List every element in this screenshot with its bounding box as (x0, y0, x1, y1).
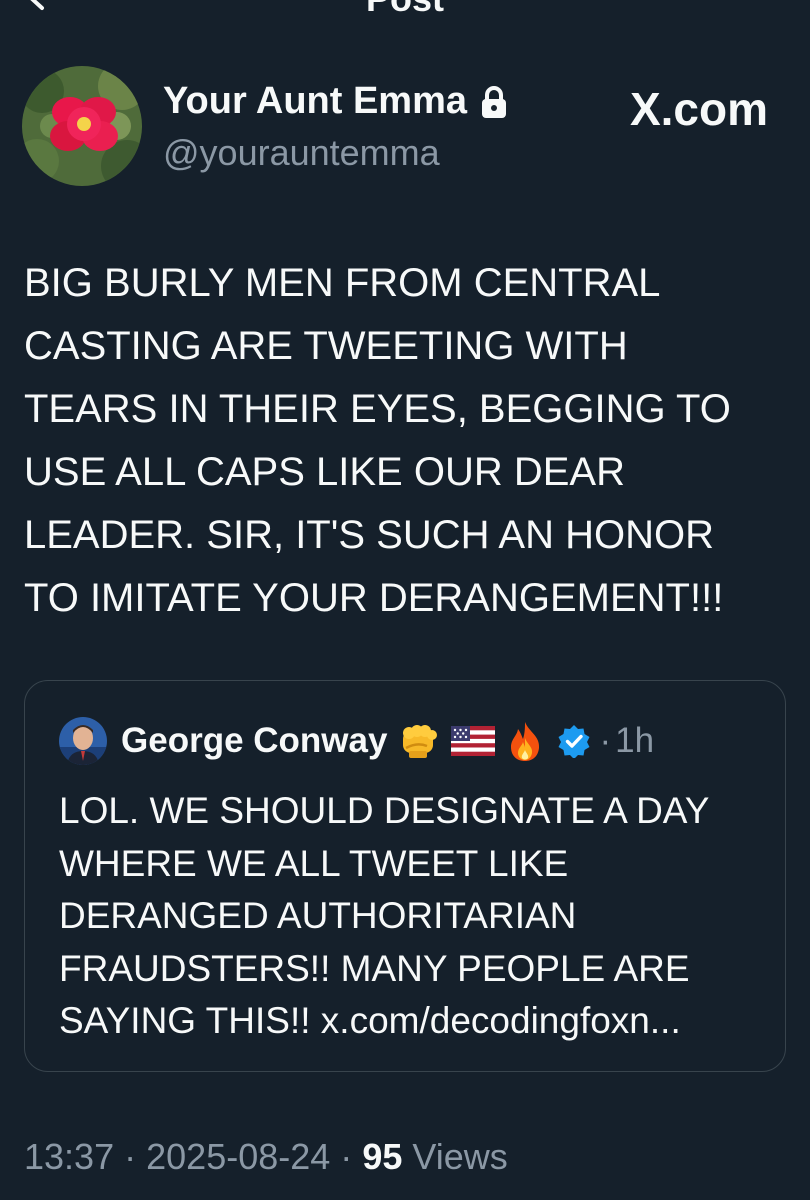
author-avatar[interactable] (22, 66, 142, 186)
quoted-line: LOL. WE SHOULD DESIGNATE A DAY (59, 790, 710, 831)
post-metadata: 13:37 · 2025-08-24 · 95 Views (24, 1136, 508, 1178)
quoted-line: WHERE WE ALL TWEET LIKE (59, 842, 569, 884)
quoted-line: FRAUDSTERS!! MANY PEOPLE ARE (59, 947, 690, 989)
post-line: LEADER. SIR, IT'S SUCH AN HONOR (24, 513, 714, 557)
meta-separator: · (124, 1136, 137, 1177)
brand-watermark: X.com (629, 83, 768, 135)
post-text: BIG BURLY MEN FROM CENTRAL CASTING ARE T… (24, 252, 794, 630)
quoted-author-avatar[interactable] (59, 717, 107, 765)
post-line: CASTING ARE TWEETING WITH (24, 324, 628, 368)
fire-emoji-icon (511, 722, 540, 761)
views-count: 95 (362, 1136, 403, 1177)
post-line: BIG BURLY MEN FROM CENTRAL (24, 261, 661, 305)
quoted-text: LOL. WE SHOULD DESIGNATE A DAY WHERE WE … (59, 785, 769, 1048)
quoted-post-card[interactable]: George Conway · 1h LOL. WE SHOULD DESIGN… (24, 680, 786, 1072)
quoted-header: George Conway · 1h (121, 717, 654, 765)
us-flag-emoji-icon (451, 726, 496, 756)
page-title: Post (0, 0, 810, 20)
author-name-row[interactable]: Your Aunt Emma (163, 80, 509, 123)
fist-emoji-icon (403, 725, 438, 758)
post-line: TEARS IN THEIR EYES, BEGGING TO (24, 387, 731, 431)
quoted-line: SAYING THIS!! x.com/decodingfoxn... (59, 1000, 681, 1041)
verified-badge-icon (558, 725, 590, 758)
quoted-time[interactable]: 1h (615, 721, 654, 761)
post-line: TO IMITATE YOUR DERANGEMENT!!! (24, 576, 724, 620)
quoted-line: DERANGED AUTHORITARIAN (59, 895, 577, 936)
post-time[interactable]: 13:37 (24, 1136, 114, 1177)
meta-separator: · (340, 1136, 353, 1177)
post-date[interactable]: 2025-08-24 (146, 1136, 330, 1177)
post-line: USE ALL CAPS LIKE OUR DEAR (24, 450, 625, 494)
views-label: Views (412, 1136, 508, 1177)
top-bar: Post (0, 0, 810, 19)
quoted-separator: · (599, 721, 612, 760)
author-handle[interactable]: @yourauntemma (163, 132, 440, 174)
lock-icon (482, 85, 507, 118)
author-display-name[interactable]: Your Aunt Emma (163, 80, 467, 123)
quoted-author-name[interactable]: George Conway (121, 721, 387, 761)
